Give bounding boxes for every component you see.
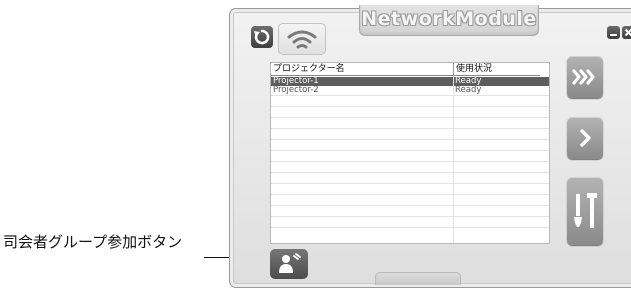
grid-line <box>271 117 549 118</box>
network-module-window: NetworkModule プロジェクター名 使用状況 Projector-1 … <box>229 5 631 288</box>
grid-line <box>271 183 549 184</box>
table-row[interactable]: Projector-2 Ready <box>271 86 549 95</box>
title-tab: NetworkModule <box>359 5 539 36</box>
grid-line <box>271 194 549 195</box>
presenter-group-join-button[interactable] <box>270 249 308 279</box>
grid-line <box>271 128 549 129</box>
grid-line <box>271 172 549 173</box>
fast-forward-button[interactable] <box>567 56 603 98</box>
wifi-icon[interactable] <box>278 23 326 55</box>
column-divider <box>453 76 454 243</box>
grid-line <box>271 216 549 217</box>
grid-line <box>271 139 549 140</box>
column-header-projector-name[interactable]: プロジェクター名 <box>271 63 453 76</box>
callout-label: 司会者グループ参加ボタン <box>3 233 183 251</box>
presenter-icon <box>279 253 301 273</box>
projector-name-cell: Projector-2 <box>273 85 319 95</box>
grid-line <box>271 95 549 96</box>
close-icon[interactable] <box>622 26 631 39</box>
fast-forward-icon <box>572 69 595 85</box>
projector-table: プロジェクター名 使用状況 Projector-1 Ready Projecto… <box>270 62 550 244</box>
window-title: NetworkModule <box>361 8 537 30</box>
tools-button[interactable] <box>567 177 603 245</box>
refresh-icon[interactable] <box>251 26 273 48</box>
bottom-tab <box>375 272 461 285</box>
grid-line <box>271 150 549 151</box>
grid-line <box>271 161 549 162</box>
chevron-right-icon <box>580 129 591 147</box>
tools-icon <box>574 193 597 228</box>
column-header-status[interactable]: 使用状況 <box>453 63 540 76</box>
table-header: プロジェクター名 使用状況 <box>271 63 549 76</box>
grid-line <box>271 227 549 228</box>
next-button[interactable] <box>567 117 603 159</box>
grid-line <box>271 106 549 107</box>
projector-status-cell: Ready <box>455 85 482 95</box>
minimize-icon[interactable] <box>607 26 620 39</box>
grid-line <box>271 205 549 206</box>
